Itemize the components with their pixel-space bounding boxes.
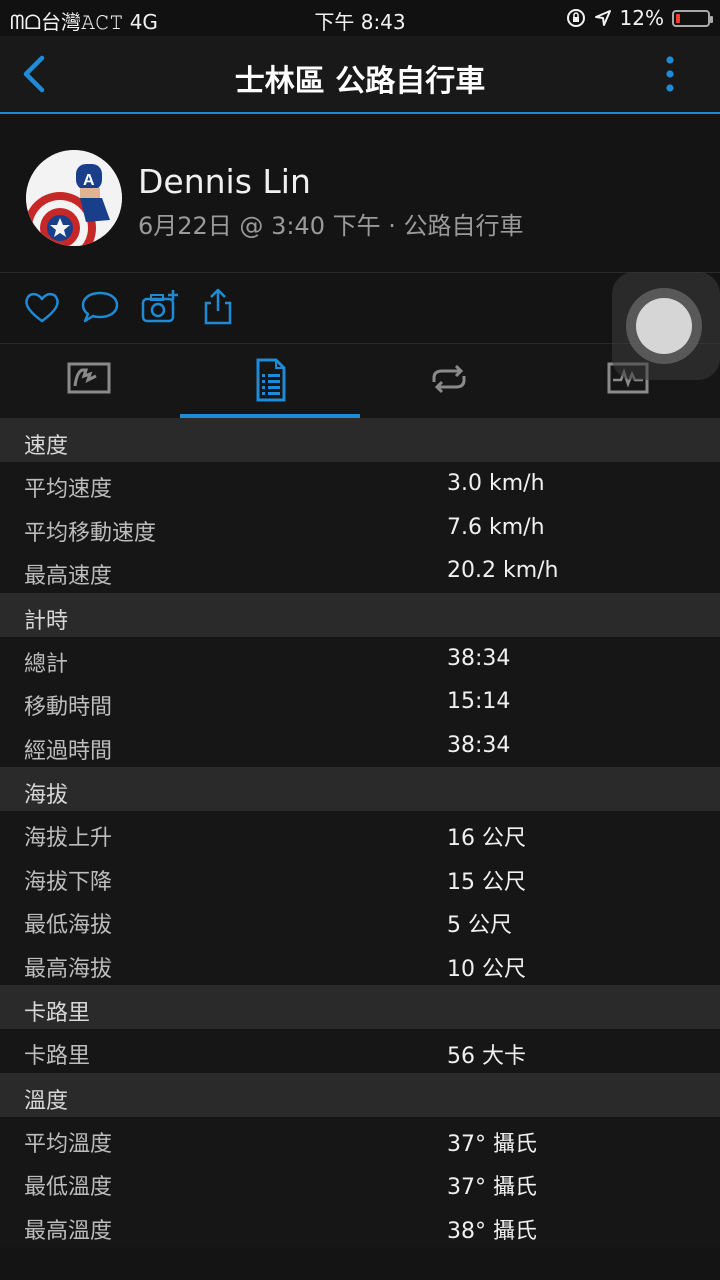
stat-value: 38:34 (447, 732, 511, 758)
stats-table: 速度平均速度 3.0 km/h 平均移動速度 7.6 km/h 最高速度 20.2 km/… (0, 418, 720, 1247)
avatar[interactable]: A (26, 150, 122, 246)
tab-stats[interactable] (180, 344, 360, 418)
battery-icon (672, 9, 713, 27)
stat-value: 16 公尺 (447, 826, 526, 851)
stat-label: 平均速度 (24, 477, 113, 502)
stat-label: 最低海拔 (24, 913, 113, 938)
share-icon[interactable] (198, 287, 238, 327)
status-right: 12% (566, 6, 713, 30)
stat-label: 經過時間 (24, 738, 113, 764)
section-header: 卡路里 (0, 985, 720, 1029)
tab-laps[interactable] (360, 344, 540, 418)
athlete-name[interactable]: Dennis Lin (138, 162, 311, 201)
stat-label: 卡路里 (24, 1044, 91, 1069)
stat-row: 卡路里 56 大卡 (0, 1029, 720, 1073)
stat-value: 5 公尺 (447, 913, 512, 938)
stat-row: 經過時間 38:34 (0, 723, 720, 767)
stat-label: 最低溫度 (24, 1175, 113, 1200)
stat-row: 平均移動速度 7.6 km/h (0, 505, 720, 549)
stat-label: 最高海拔 (24, 956, 113, 982)
stat-row: 平均速度 3.0 km/h (0, 462, 720, 506)
stat-row: 最低溫度 37° 攝氏 (0, 1160, 720, 1204)
stat-label: 海拔上升 (24, 826, 113, 851)
stat-label: 平均溫度 (24, 1131, 113, 1157)
camera-add-icon[interactable] (140, 287, 180, 327)
svg-text:A: A (83, 172, 95, 189)
stat-value: 15:14 (447, 689, 511, 714)
section-header: 計時 (0, 592, 720, 637)
tab-map[interactable] (0, 344, 180, 418)
status-bar: ᗰᗝ台灣𝙰𝙲𝚃 4G 下午 8:43 12% (0, 0, 720, 36)
stat-label: 最高溫度 (24, 1218, 113, 1244)
stat-value: 10 公尺 (447, 956, 526, 982)
location-arrow-icon (594, 10, 611, 26)
stats-list-icon (256, 358, 286, 402)
stat-value: 56 大卡 (447, 1044, 526, 1069)
captain-shield-avatar-icon: A (26, 150, 122, 246)
section-header: 海拔 (0, 767, 720, 811)
rotation-lock-icon (566, 9, 585, 27)
laps-repeat-icon (432, 364, 466, 394)
stat-row: 平均溫度 37° 攝氏 (0, 1116, 720, 1160)
stat-value: 37° 攝氏 (447, 1175, 537, 1200)
stat-label: 總計 (24, 651, 69, 677)
stat-value: 3.0 km/h (447, 471, 545, 496)
page-title: 士林區 公路自行車 (234, 64, 486, 99)
assistive-touch-button[interactable] (612, 272, 720, 380)
stat-row: 總計 38:34 (0, 636, 720, 680)
comment-icon[interactable] (80, 287, 120, 327)
section-header: 速度 (0, 418, 720, 462)
map-icon (67, 362, 111, 394)
more-options-icon[interactable] (660, 54, 680, 94)
top-nav-bar: 士林區 公路自行車 (0, 36, 720, 114)
stat-value: 20.2 km/h (447, 558, 559, 583)
battery-percent: 12% (619, 6, 664, 30)
stat-label: 最高速度 (24, 564, 113, 589)
stat-value: 38:34 (447, 645, 511, 671)
stat-value: 37° 攝氏 (447, 1131, 537, 1157)
stat-label: 海拔下降 (24, 869, 113, 895)
stat-value: 7.6 km/h (447, 514, 545, 540)
heart-icon[interactable] (22, 287, 62, 327)
stat-label: 移動時間 (24, 695, 113, 720)
stat-row: 海拔上升 16 公尺 (0, 811, 720, 855)
activity-meta: 6月22日 @ 3:40 下午 · 公路自行車 (138, 212, 524, 240)
stat-value: 15 公尺 (447, 869, 526, 895)
stat-row: 最高海拔 10 公尺 (0, 941, 720, 985)
section-header: 溫度 (0, 1072, 720, 1117)
stat-row: 移動時間 15:14 (0, 680, 720, 724)
stat-value: 38° 攝氏 (447, 1218, 537, 1244)
stat-row: 最高速度 20.2 km/h (0, 549, 720, 593)
activity-header: A Dennis Lin 6月22日 @ 3:40 下午 · 公路自行車 (0, 114, 720, 273)
stat-label: 平均移動速度 (24, 520, 157, 546)
stat-row: 海拔下降 15 公尺 (0, 854, 720, 898)
stat-row: 最低海拔 5 公尺 (0, 898, 720, 942)
stat-row: 最高溫度 38° 攝氏 (0, 1203, 720, 1247)
